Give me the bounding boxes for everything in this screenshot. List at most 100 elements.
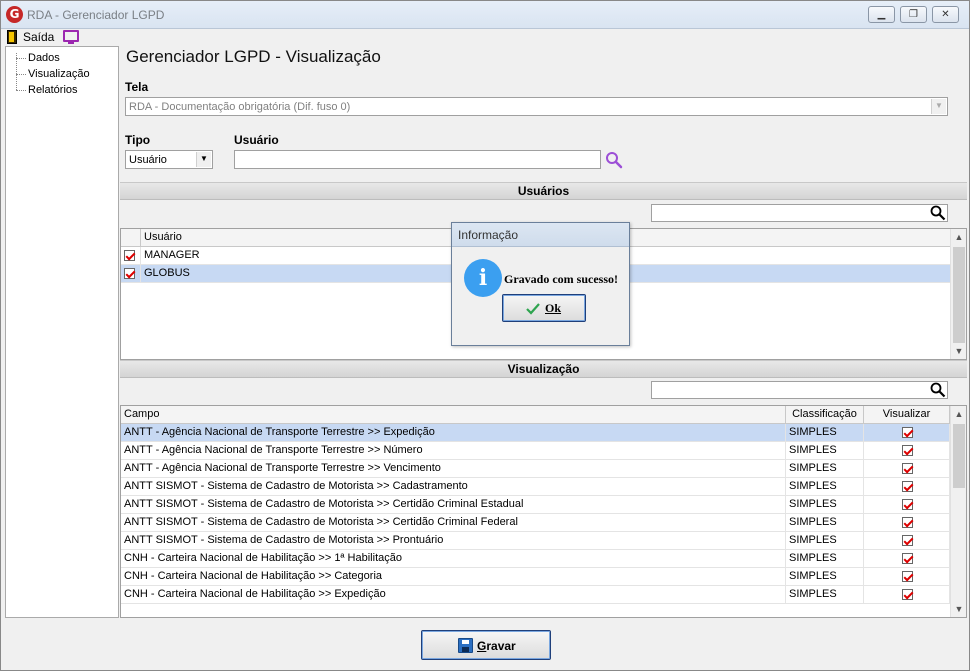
scroll-down-icon[interactable]: ▼ <box>951 343 966 359</box>
classificacao-cell[interactable]: SIMPLES <box>786 442 864 460</box>
gravar-button-label: Gravar <box>477 639 516 653</box>
scroll-down-icon[interactable]: ▼ <box>951 601 966 617</box>
row-checkbox[interactable] <box>124 250 135 261</box>
info-icon: i <box>464 259 502 297</box>
ok-button-label: Ok <box>545 301 562 315</box>
usuario-input[interactable] <box>234 150 601 169</box>
scroll-thumb[interactable] <box>953 424 965 488</box>
grid-header-classificacao[interactable]: Classificação <box>786 406 864 424</box>
table-row[interactable]: ANTT - Agência Nacional de Transporte Te… <box>121 424 950 442</box>
grid-header-visualizar[interactable]: Visualizar <box>864 406 950 424</box>
table-row[interactable]: ANTT - Agência Nacional de Transporte Te… <box>121 442 950 460</box>
visualizar-checkbox[interactable] <box>902 589 913 600</box>
visualizar-cell[interactable] <box>864 496 950 514</box>
visualizar-checkbox[interactable] <box>902 481 913 492</box>
visualizar-cell[interactable] <box>864 514 950 532</box>
gravar-button[interactable]: Gravar <box>421 630 551 660</box>
visualizar-checkbox[interactable] <box>902 553 913 564</box>
table-row[interactable]: ANTT SISMOT - Sistema de Cadastro de Mot… <box>121 514 950 532</box>
visualizar-cell[interactable] <box>864 586 950 604</box>
visualizar-cell[interactable] <box>864 424 950 442</box>
campo-cell[interactable]: CNH - Carteira Nacional de Habilitação >… <box>121 586 786 604</box>
search-icon[interactable] <box>930 382 946 398</box>
nav-item-relatorios[interactable]: Relatórios <box>28 84 78 96</box>
visualizar-checkbox[interactable] <box>902 463 913 474</box>
menu-bar: Saída <box>1 29 969 46</box>
tree-connector <box>16 90 26 91</box>
classificacao-cell[interactable]: SIMPLES <box>786 424 864 442</box>
dialog-message: Gravado com sucesso! <box>504 272 618 286</box>
classificacao-cell[interactable]: SIMPLES <box>786 532 864 550</box>
minimize-button[interactable]: ▁ <box>868 6 895 23</box>
table-row[interactable]: ANTT SISMOT - Sistema de Cadastro de Mot… <box>121 532 950 550</box>
visualizar-checkbox[interactable] <box>902 535 913 546</box>
row-check-cell[interactable] <box>121 265 141 283</box>
table-row[interactable]: CNH - Carteira Nacional de Habilitação >… <box>121 586 950 604</box>
campo-cell[interactable]: ANTT - Agência Nacional de Transporte Te… <box>121 460 786 478</box>
visualizar-checkbox[interactable] <box>902 517 913 528</box>
app-logo-icon: G <box>6 6 23 23</box>
table-row[interactable]: ANTT - Agência Nacional de Transporte Te… <box>121 460 950 478</box>
table-row[interactable]: ANTT SISMOT - Sistema de Cadastro de Mot… <box>121 496 950 514</box>
exit-menu-item[interactable]: Saída <box>23 30 54 44</box>
classificacao-cell[interactable]: SIMPLES <box>786 460 864 478</box>
visualizar-checkbox[interactable] <box>902 427 913 438</box>
scroll-up-icon[interactable]: ▲ <box>951 406 966 422</box>
campo-cell[interactable]: ANTT SISMOT - Sistema de Cadastro de Mot… <box>121 532 786 550</box>
visualizacao-scrollbar[interactable]: ▲ ▼ <box>950 406 966 617</box>
visualizacao-search-input[interactable] <box>651 381 948 399</box>
visualizar-cell[interactable] <box>864 478 950 496</box>
classificacao-cell[interactable]: SIMPLES <box>786 496 864 514</box>
campo-cell[interactable]: CNH - Carteira Nacional de Habilitação >… <box>121 568 786 586</box>
scroll-thumb[interactable] <box>953 247 965 343</box>
campo-cell[interactable]: CNH - Carteira Nacional de Habilitação >… <box>121 550 786 568</box>
restore-icon: ❐ <box>909 9 918 20</box>
tela-select[interactable]: RDA - Documentação obrigatória (Dif. fus… <box>125 97 948 116</box>
visualizar-cell[interactable] <box>864 550 950 568</box>
row-check-cell[interactable] <box>121 247 141 265</box>
visualizar-cell[interactable] <box>864 532 950 550</box>
campo-cell[interactable]: ANTT SISMOT - Sistema de Cadastro de Mot… <box>121 514 786 532</box>
tipo-select[interactable]: Usuário ▼ <box>125 150 213 169</box>
scroll-up-icon[interactable]: ▲ <box>951 229 966 245</box>
chevron-down-icon[interactable]: ▼ <box>196 152 211 167</box>
exit-door-icon[interactable] <box>7 30 17 44</box>
visualizar-cell[interactable] <box>864 460 950 478</box>
search-icon[interactable] <box>605 151 623 169</box>
campo-cell[interactable]: ANTT - Agência Nacional de Transporte Te… <box>121 442 786 460</box>
campo-cell[interactable]: ANTT SISMOT - Sistema de Cadastro de Mot… <box>121 496 786 514</box>
nav-item-dados[interactable]: Dados <box>28 52 60 64</box>
chevron-down-icon[interactable]: ▼ <box>931 99 946 114</box>
classificacao-cell[interactable]: SIMPLES <box>786 586 864 604</box>
window-title: RDA - Gerenciador LGPD <box>27 8 165 22</box>
visualizar-checkbox[interactable] <box>902 571 913 582</box>
nav-item-visualizacao[interactable]: Visualização <box>28 68 90 80</box>
monitor-icon[interactable] <box>63 30 79 44</box>
classificacao-cell[interactable]: SIMPLES <box>786 478 864 496</box>
grid-header-campo[interactable]: Campo <box>121 406 786 424</box>
restore-button[interactable]: ❐ <box>900 6 927 23</box>
campo-cell[interactable]: ANTT - Agência Nacional de Transporte Te… <box>121 424 786 442</box>
close-window-button[interactable]: ✕ <box>932 6 959 23</box>
visualizar-checkbox[interactable] <box>902 445 913 456</box>
classificacao-cell[interactable]: SIMPLES <box>786 568 864 586</box>
tipo-label: Tipo <box>125 133 151 147</box>
table-row[interactable]: CNH - Carteira Nacional de Habilitação >… <box>121 568 950 586</box>
search-icon[interactable] <box>930 205 946 221</box>
page-title: Gerenciador LGPD - Visualização <box>126 47 381 66</box>
classificacao-cell[interactable]: SIMPLES <box>786 550 864 568</box>
usuarios-section-header: Usuários <box>120 182 967 200</box>
visualizar-checkbox[interactable] <box>902 499 913 510</box>
information-dialog: Informação i Gravado com sucesso! Ok <box>451 222 630 346</box>
visualizar-cell[interactable] <box>864 568 950 586</box>
table-row[interactable]: CNH - Carteira Nacional de Habilitação >… <box>121 550 950 568</box>
table-row[interactable]: ANTT SISMOT - Sistema de Cadastro de Mot… <box>121 478 950 496</box>
minimize-icon: ▁ <box>877 9 886 20</box>
ok-button[interactable]: Ok <box>502 294 586 322</box>
visualizar-cell[interactable] <box>864 442 950 460</box>
row-checkbox[interactable] <box>124 268 135 279</box>
usuarios-search-input[interactable] <box>651 204 948 222</box>
classificacao-cell[interactable]: SIMPLES <box>786 514 864 532</box>
usuarios-scrollbar[interactable]: ▲ ▼ <box>950 229 966 359</box>
campo-cell[interactable]: ANTT SISMOT - Sistema de Cadastro de Mot… <box>121 478 786 496</box>
